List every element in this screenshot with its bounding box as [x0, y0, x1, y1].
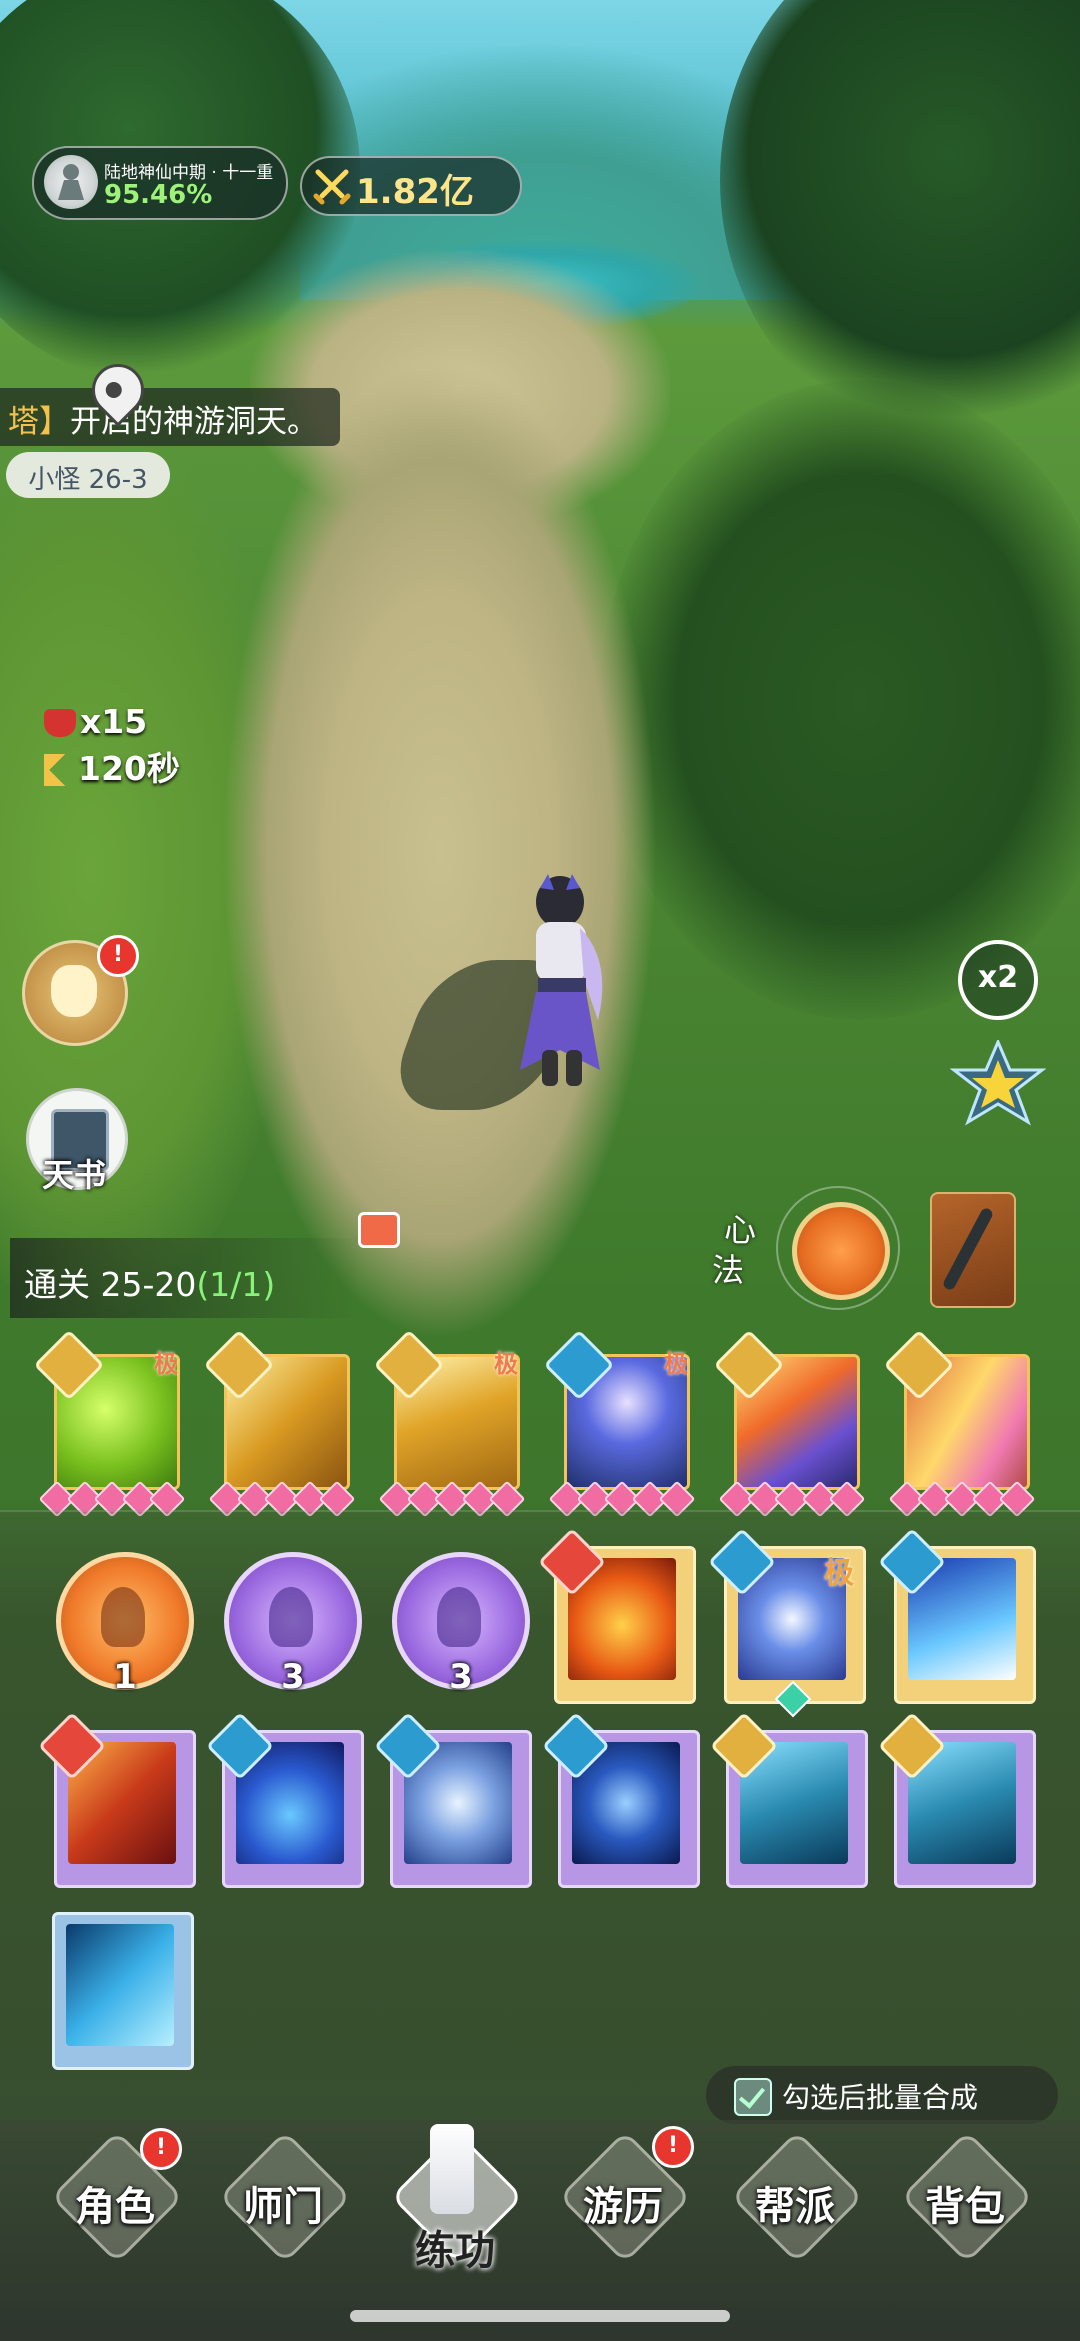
checkbox-checked-icon[interactable]	[734, 2078, 772, 2116]
stage-tag[interactable]: 小怪 26-3	[6, 452, 170, 498]
xinfa-label: 心 法	[712, 1211, 757, 1289]
weapon-slot[interactable]	[930, 1192, 1016, 1308]
star-gems	[378, 1480, 526, 1518]
combat-power-value: 1.82亿	[356, 172, 474, 212]
star-gems	[888, 1480, 1036, 1518]
tab-backpack[interactable]: 背包	[890, 2130, 1040, 2280]
chest-icon[interactable]	[358, 1212, 400, 1248]
realm-panel[interactable]: 陆地神仙中期 · 十一重 95.46%	[32, 146, 288, 220]
skill-card-palm[interactable]	[374, 1712, 532, 1888]
star-gems	[38, 1480, 186, 1518]
xinfa-button[interactable]	[792, 1202, 890, 1300]
hourglass-icon	[44, 754, 72, 786]
tab-character[interactable]: 角色 !	[40, 2128, 190, 2280]
banner-bracket: 塔】	[8, 404, 70, 440]
star-gems	[548, 1480, 696, 1518]
tree-right	[720, 0, 1080, 440]
skill-orb-purple[interactable]: 3	[224, 1552, 362, 1697]
star-skill-icon[interactable]	[950, 1040, 1046, 1136]
combat-power-panel[interactable]: 1.82亿	[300, 156, 522, 216]
money-bag-icon	[51, 965, 97, 1017]
equipped-skill-2[interactable]	[203, 1329, 356, 1518]
tab-training[interactable]: 练功	[380, 2124, 530, 2280]
skill-card-leap-2[interactable]	[878, 1712, 1036, 1888]
tab-guild[interactable]: 帮派	[720, 2130, 870, 2280]
skill-orb-purple[interactable]: 3	[392, 1552, 530, 1697]
equipped-skill-5[interactable]	[713, 1329, 866, 1518]
realm-progress: 95.46%	[104, 180, 213, 210]
speed-toggle-button[interactable]: x2	[958, 940, 1038, 1020]
enemy-counter: x15	[44, 702, 147, 741]
tab-travel[interactable]: 游历 !	[548, 2126, 698, 2280]
batch-synthesize-toggle[interactable]: 勾选后批量合成	[706, 2066, 1058, 2124]
skill-card-crystal[interactable]	[52, 1912, 194, 2070]
figure-icon	[269, 1587, 313, 1647]
realm-avatar-icon	[44, 155, 98, 209]
skill-card-leap-1[interactable]	[710, 1712, 868, 1888]
star-gems	[208, 1480, 356, 1518]
alert-badge: !	[140, 2128, 182, 2170]
skill-card-yinyang-shield[interactable]: 极	[708, 1528, 866, 1718]
skill-card-flame-sword[interactable]	[38, 1712, 196, 1888]
skill-orb-orange[interactable]: 1	[56, 1552, 194, 1697]
tab-sect[interactable]: 师门	[208, 2130, 358, 2280]
batch-synthesize-label: 勾选后批量合成	[782, 2081, 979, 2114]
alert-badge: !	[97, 935, 139, 977]
home-indicator[interactable]	[350, 2310, 730, 2322]
figure-icon	[101, 1587, 145, 1647]
player-character[interactable]	[500, 870, 620, 1100]
skill-card-taiji[interactable]	[542, 1712, 700, 1888]
equipped-skill-3[interactable]: 极	[373, 1329, 526, 1518]
crossed-swords-icon	[313, 169, 351, 205]
loot-bag-button[interactable]: !	[22, 935, 139, 1046]
skill-card-lightning[interactable]	[878, 1528, 1036, 1704]
system-message-banner[interactable]: 塔】开启的神游洞天。	[0, 388, 340, 446]
figure-icon	[437, 1587, 481, 1647]
wave-timer: 120秒	[44, 742, 180, 790]
bull-icon	[44, 709, 76, 737]
equipped-skill-1[interactable]: 极	[33, 1329, 186, 1518]
stage-progress-text: 通关 25-20(1/1)	[24, 1265, 276, 1304]
skill-card-constellation[interactable]	[206, 1712, 364, 1888]
equipped-skill-4[interactable]: 极	[543, 1329, 696, 1518]
skill-card-meditation[interactable]	[538, 1528, 696, 1704]
tianshu-label: 天书	[41, 1156, 106, 1194]
equipped-skill-6[interactable]	[883, 1329, 1036, 1518]
training-post-icon	[430, 2124, 474, 2214]
star-gems	[718, 1480, 866, 1518]
alert-badge: !	[652, 2126, 694, 2168]
